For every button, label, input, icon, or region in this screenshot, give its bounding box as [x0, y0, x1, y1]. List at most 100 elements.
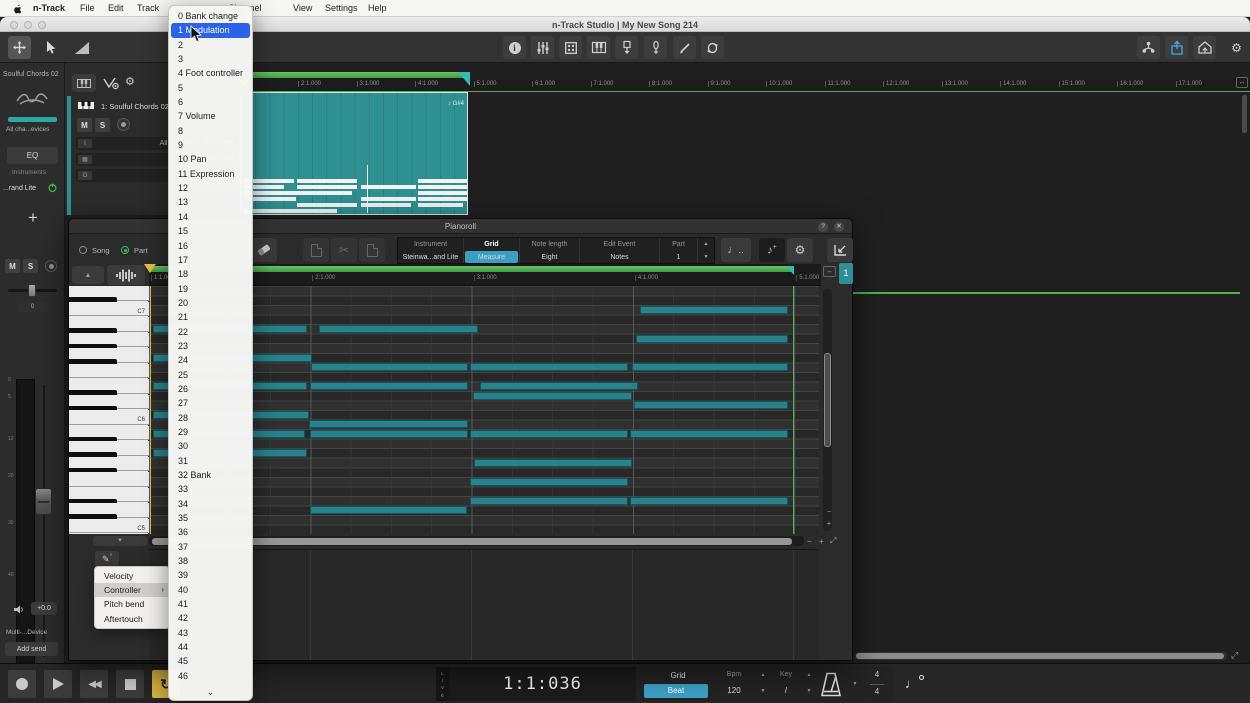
add-note-button[interactable]: ♪+	[759, 238, 785, 262]
controller-menu-item[interactable]: 46	[169, 669, 252, 683]
column-value[interactable]: 1	[660, 251, 697, 263]
part-region-bar[interactable]	[240, 72, 468, 78]
menubar-settings[interactable]: Settings	[325, 3, 358, 13]
controller-edit-tool-button[interactable]: ✎°	[95, 551, 119, 567]
routing-button[interactable]	[1137, 36, 1160, 59]
controller-menu-item[interactable]: 37	[169, 540, 252, 554]
midi-note[interactable]	[311, 363, 468, 371]
count-in-note-icon[interactable]: ♩	[905, 675, 924, 691]
controller-menu-item[interactable]: 5	[169, 81, 252, 95]
controller-menu-item[interactable]: 14	[169, 210, 252, 224]
part-down-icon[interactable]: ▼	[698, 251, 714, 263]
column-value[interactable]: Eight	[520, 251, 579, 263]
controller-menu-item[interactable]: 30	[169, 439, 252, 453]
midi-note[interactable]	[470, 497, 628, 505]
midi-note[interactable]	[634, 401, 788, 409]
midi-note[interactable]	[310, 430, 468, 438]
controller-menu-item[interactable]: 28	[169, 411, 252, 425]
zoom-out-horizontal-button[interactable]: −	[807, 537, 815, 545]
controller-menu-item[interactable]: 27	[169, 396, 252, 410]
menu-item-aftertouch[interactable]: Aftertouch	[95, 612, 169, 626]
controller-menu-item[interactable]: 9	[169, 138, 252, 152]
add-midi-track-button[interactable]	[615, 36, 638, 59]
midi-note[interactable]	[310, 382, 468, 390]
controller-menu-item[interactable]: 12	[169, 181, 252, 195]
controller-menu-item[interactable]: 13	[169, 195, 252, 209]
share-button[interactable]	[1165, 36, 1188, 59]
strip-solo-button[interactable]: S	[23, 259, 38, 273]
track-settings-gear-icon[interactable]: ⚙	[125, 75, 135, 88]
zoom-in-horizontal-button[interactable]: +	[819, 537, 827, 545]
controller-menu-item[interactable]: 40	[169, 583, 252, 597]
drum-pads-button[interactable]	[559, 36, 582, 59]
controller-menu-item[interactable]: 41	[169, 597, 252, 611]
midi-note[interactable]	[470, 478, 628, 486]
midi-note[interactable]	[473, 392, 632, 400]
info-button[interactable]: i	[503, 36, 526, 59]
part-region-end-handle[interactable]	[458, 72, 470, 86]
piano-keyboard-button[interactable]	[587, 36, 610, 59]
live-indicator[interactable]: LIVE	[436, 667, 449, 701]
controller-menu-item[interactable]: 39	[169, 568, 252, 582]
key-value[interactable]: /	[768, 686, 804, 695]
import-midi-button[interactable]	[827, 238, 853, 262]
controller-menu-item[interactable]: 23	[169, 339, 252, 353]
copy-button[interactable]	[303, 238, 329, 262]
settings-column-part[interactable]: Part1	[660, 238, 698, 263]
part-spin-arrows[interactable]: ▲▼	[698, 238, 714, 263]
zoom-out-vertical-button[interactable]: −	[825, 507, 833, 515]
white-key[interactable]	[69, 472, 149, 487]
audio-view-toggle-button[interactable]	[107, 265, 145, 285]
column-value[interactable]: Steinwa...and Lite	[398, 251, 463, 263]
controller-menu-item[interactable]: 17	[169, 253, 252, 267]
controller-menu-item[interactable]: 20	[169, 296, 252, 310]
scroll-keys-up-button[interactable]: ▲	[72, 266, 104, 284]
gain-value-chip[interactable]: +0.0	[31, 602, 57, 615]
controller-menu-item[interactable]: 0 Bank change	[169, 9, 252, 23]
controller-menu-item[interactable]: 31	[169, 454, 252, 468]
menubar-app-menu[interactable]: n-Track	[33, 3, 65, 13]
midi-note[interactable]	[636, 335, 788, 343]
move-tool-button[interactable]	[8, 36, 31, 59]
track-record-arm-button[interactable]	[117, 118, 130, 131]
menubar-help[interactable]: Help	[368, 3, 387, 13]
controller-menu-item[interactable]: 32 Bank	[169, 468, 252, 482]
menu-item-velocity[interactable]: Velocity	[95, 569, 169, 583]
apple-menu-icon[interactable]	[13, 3, 23, 14]
volume-fader-handle[interactable]	[35, 488, 52, 515]
menubar-track[interactable]: Track	[137, 3, 159, 13]
controller-menu-item[interactable]: 6	[169, 95, 252, 109]
midi-note[interactable]	[309, 420, 468, 428]
menubar-file[interactable]: File	[80, 3, 95, 13]
arrangement-timeline-ruler[interactable]: 2:1.0003:1.0004:1.0005:1.0006:1.0007:1.0…	[240, 78, 1250, 92]
part-radio-label[interactable]: Part	[134, 246, 148, 255]
pianoroll-help-button[interactable]: ?	[818, 222, 828, 232]
controller-menu-item[interactable]: 10 Pan	[169, 152, 252, 166]
pianoroll-vscroll-thumb[interactable]	[824, 353, 831, 447]
controller-menu-item[interactable]: 34	[169, 497, 252, 511]
note-duration-button[interactable]: ♩‥	[721, 238, 751, 262]
controller-menu-item[interactable]: 21	[169, 310, 252, 324]
grid-value-button[interactable]: Beat	[644, 684, 708, 698]
midi-note[interactable]	[640, 306, 788, 314]
publish-button[interactable]	[1193, 36, 1216, 59]
settings-column-grid[interactable]: GridMeasure	[464, 238, 520, 263]
song-radio-label[interactable]: Song	[92, 246, 110, 255]
controller-menu-item[interactable]: 42	[169, 611, 252, 625]
controller-menu-item[interactable]: 45	[169, 654, 252, 668]
mixer-button[interactable]	[531, 36, 554, 59]
controller-menu-item[interactable]: 16	[169, 239, 252, 253]
add-audio-track-button[interactable]	[644, 36, 667, 59]
part-radio[interactable]	[121, 246, 129, 254]
controller-menu-item[interactable]: 35	[169, 511, 252, 525]
instrument-name[interactable]: ...rand Lite	[3, 185, 36, 192]
track-solo-button[interactable]: S	[95, 118, 110, 132]
settings-button[interactable]: ⚙	[1225, 36, 1248, 59]
time-display[interactable]: 1:1:036	[449, 667, 636, 701]
controller-menu-item[interactable]: 33	[169, 482, 252, 496]
menu-item-controller[interactable]: Controller›	[95, 583, 169, 597]
midi-note[interactable]	[470, 363, 628, 371]
midi-note[interactable]	[310, 506, 467, 514]
controller-menu-item[interactable]: 4 Foot controller	[169, 66, 252, 80]
fade-tool-button[interactable]	[70, 36, 93, 59]
